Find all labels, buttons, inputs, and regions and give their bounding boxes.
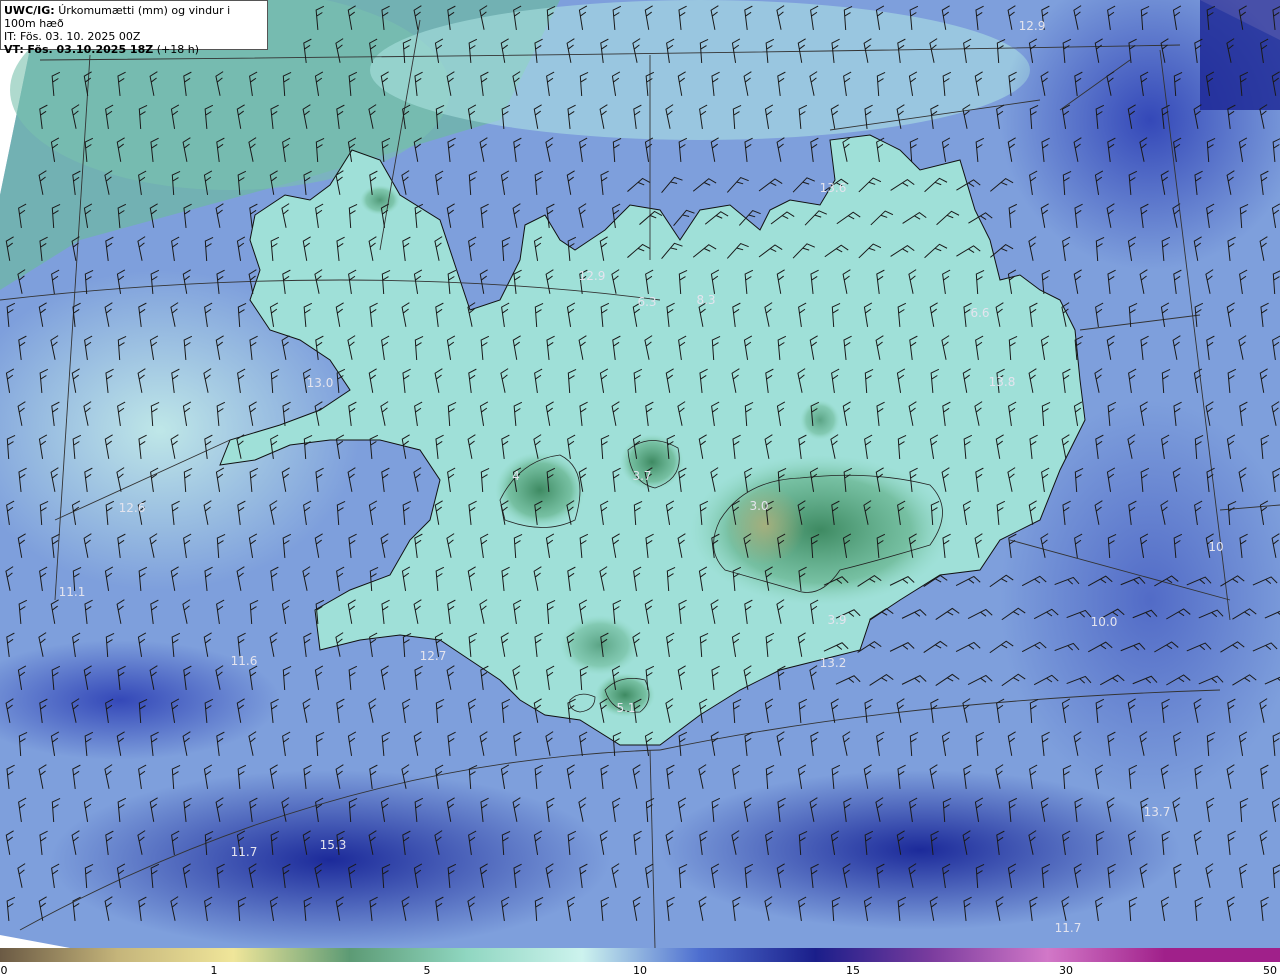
colorbar-tick: 0 xyxy=(0,964,8,977)
value-label: 12.9 xyxy=(1018,19,1046,33)
colorbar-segment xyxy=(581,948,700,962)
colorbar-tick: 10 xyxy=(633,964,647,977)
valid-time: Fös. 03.10.2025 18Z xyxy=(27,43,154,56)
sw-highland xyxy=(560,615,640,675)
value-label: 12.7 xyxy=(419,649,447,663)
value-label: 10.0 xyxy=(1090,615,1118,629)
colorbar-segment xyxy=(232,948,351,962)
colorbar xyxy=(0,948,1280,962)
map-info-box: UWC/IG: Úrkomumætti (mm) og vindur i 100… xyxy=(0,0,268,56)
colorbar-segment xyxy=(349,948,467,962)
south-dark-1 xyxy=(50,770,610,948)
colorbar-segment xyxy=(930,948,1049,962)
value-label: 3.7 xyxy=(632,469,652,483)
westfjords-patch xyxy=(360,185,400,215)
value-label: 3.9 xyxy=(827,613,847,627)
value-label: 13.6 xyxy=(819,181,847,195)
value-label: 10 xyxy=(1208,540,1224,554)
value-label: 6.6 xyxy=(970,306,990,320)
value-label: 11.7 xyxy=(1054,921,1082,935)
colorbar-segment xyxy=(465,948,583,962)
value-label: 5.1 xyxy=(616,701,636,715)
colorbar-segment xyxy=(1047,948,1165,962)
value-label: 13.8 xyxy=(988,375,1016,389)
colorbar-tick: 5 xyxy=(423,964,431,977)
colorbar-segment xyxy=(116,948,234,962)
init-time: IT: Fös. 03. 10. 2025 00Z xyxy=(4,30,141,43)
colorbar-tick: 50 xyxy=(1263,964,1277,977)
valid-label: VT: xyxy=(4,43,24,56)
value-label: 13.2 xyxy=(819,656,847,670)
north-patch xyxy=(800,400,840,440)
vatnajokull-core xyxy=(725,485,805,565)
value-label: 3.0 xyxy=(749,499,769,513)
product-line: UWC/IG: Úrkomumætti (mm) og vindur i 100… xyxy=(4,4,264,30)
colorbar-tick: 1 xyxy=(210,964,218,977)
value-label: 4 xyxy=(512,469,520,483)
value-label: 12.6 xyxy=(118,501,146,515)
value-label: 11.7 xyxy=(230,845,258,859)
map-view: 13.6 12.9 6.3 8.3 6.6 13.0 13.8 3.7 3.0 … xyxy=(0,0,1280,978)
colorbar-segment xyxy=(814,948,932,962)
value-label: 13.0 xyxy=(306,376,334,390)
value-label: 13.7 xyxy=(1143,805,1171,819)
colorbar-tick: 30 xyxy=(1059,964,1073,977)
value-label: 6.3 xyxy=(637,295,657,309)
north-light-band xyxy=(370,0,1030,140)
value-label: 12.9 xyxy=(578,269,606,283)
colorbar-segment xyxy=(0,948,118,962)
value-label: 8.3 xyxy=(696,293,716,307)
value-label: 15.3 xyxy=(319,838,347,852)
south-dark-2 xyxy=(660,770,1180,930)
value-label: 11.6 xyxy=(230,654,258,668)
colorbar-segment xyxy=(698,948,816,962)
colorbar-segment xyxy=(1163,948,1280,962)
valid-time-line: VT: Fös. 03.10.2025 18Z (+18 h) xyxy=(4,43,264,56)
product-code: UWC/IG: xyxy=(4,4,55,17)
value-label: 11.1 xyxy=(58,585,86,599)
lead-time: (+18 h) xyxy=(156,43,199,56)
colorbar-tick: 15 xyxy=(846,964,860,977)
